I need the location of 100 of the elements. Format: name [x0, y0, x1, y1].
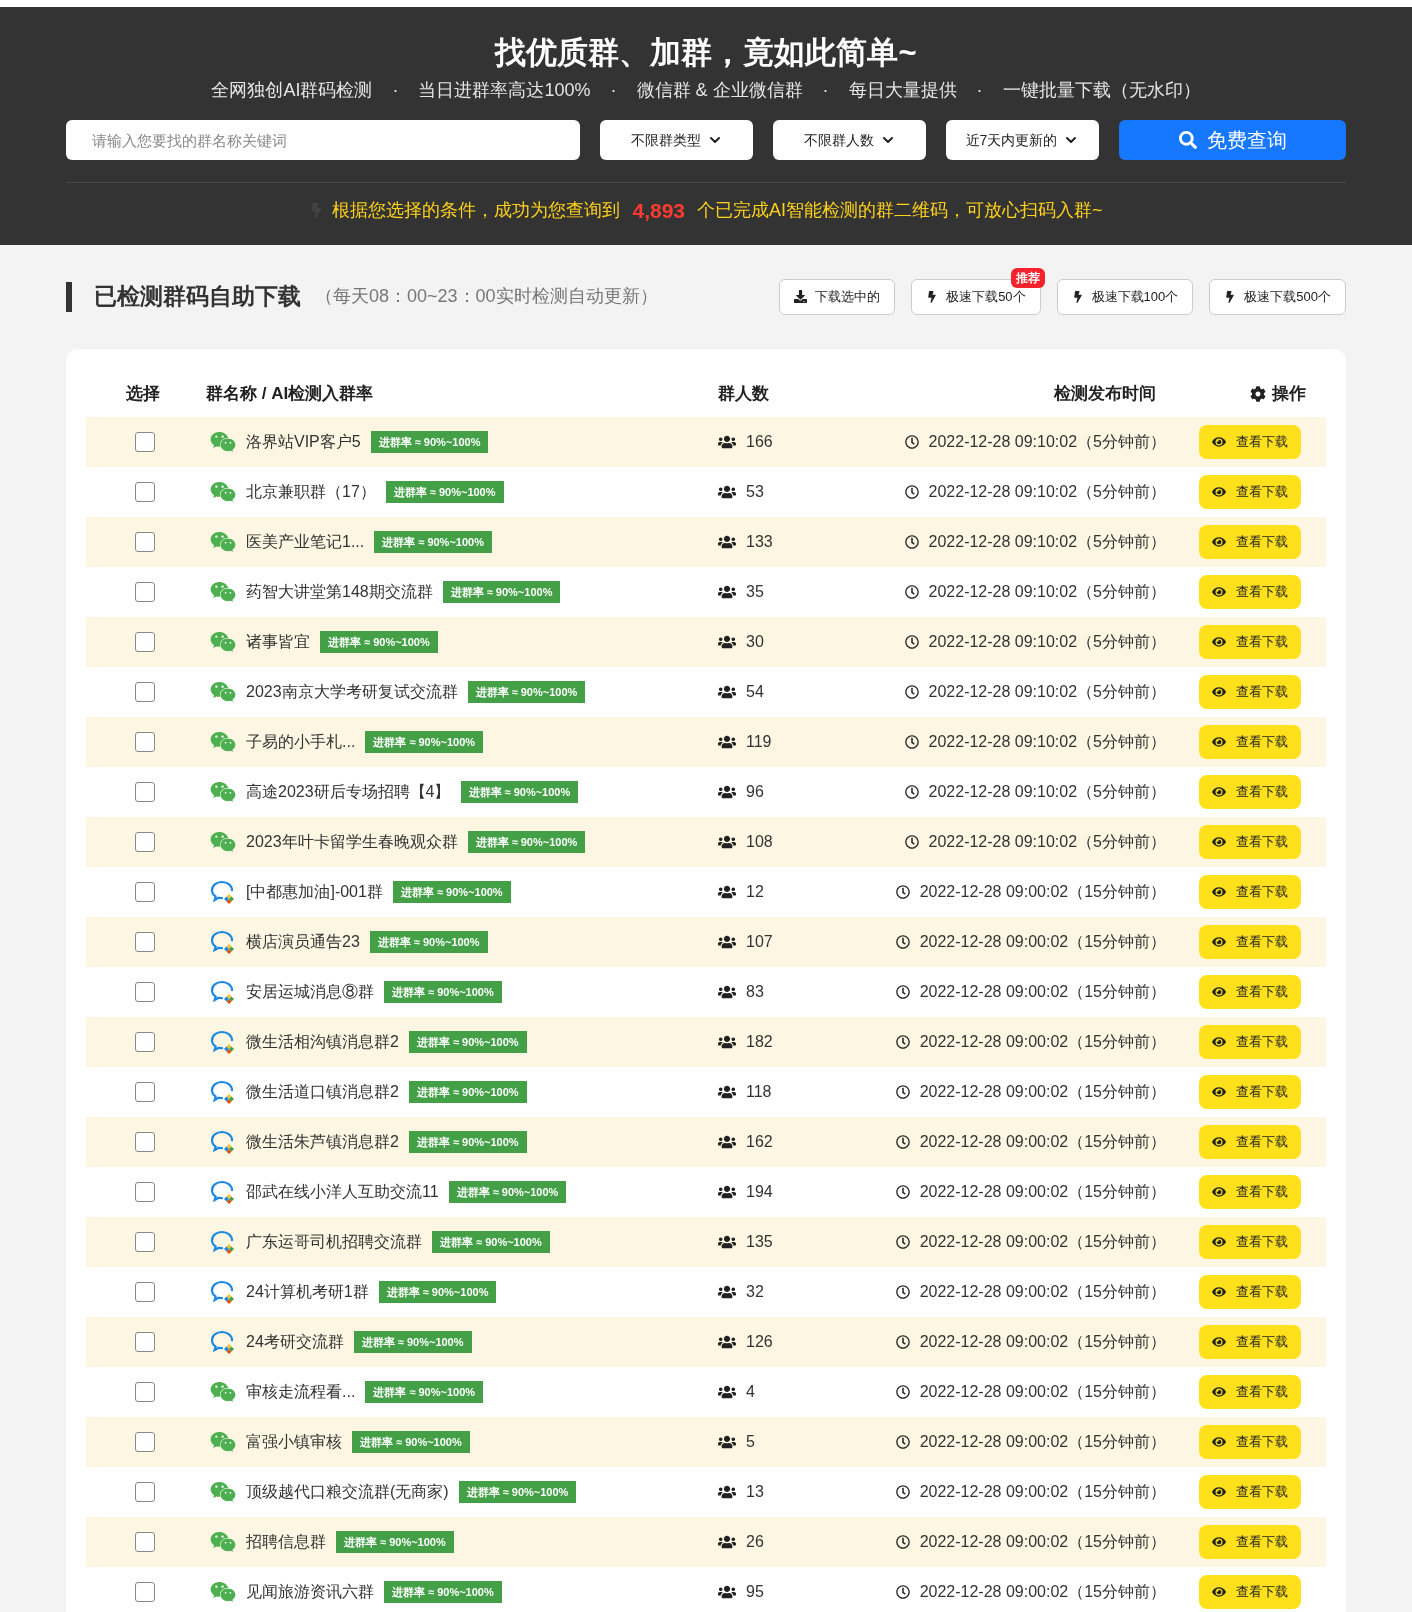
member-count: 4 [746, 1381, 755, 1402]
join-rate-tag: 进群率 ≈ 90%~100% [320, 630, 438, 653]
checkbox[interactable] [135, 1181, 155, 1202]
result-text: 根据您选择的条件，成功为您查询到 [332, 199, 621, 223]
filter-dropdown[interactable]: 不限群人数 [773, 120, 926, 160]
member-count: 35 [746, 581, 764, 602]
checkbox[interactable] [135, 731, 155, 752]
view-download-button[interactable]: 查看下载 [1199, 974, 1301, 1009]
view-download-button[interactable]: 查看下载 [1199, 424, 1301, 459]
checkbox[interactable] [135, 681, 155, 702]
checkbox[interactable] [135, 431, 155, 452]
checkbox[interactable] [135, 1431, 155, 1452]
view-download-button[interactable]: 查看下载 [1199, 924, 1301, 959]
view-download-button[interactable]: 查看下载 [1199, 1324, 1301, 1359]
view-download-button[interactable]: 查看下载 [1199, 524, 1301, 559]
chat-bubble-icon [210, 1079, 236, 1104]
feature-text: 每日大量提供 [848, 79, 957, 102]
checkbox[interactable] [135, 631, 155, 652]
publish-time: 2022-12-28 09:00:02（15分钟前） [919, 1281, 1166, 1302]
view-download-button[interactable]: 查看下载 [1199, 1524, 1301, 1559]
member-count: 119 [746, 731, 772, 752]
separator-dot: · [976, 79, 983, 102]
group-name: 微生活道口镇消息群2 [246, 1081, 399, 1102]
chat-bubble-icon [210, 1329, 236, 1354]
clock-icon [895, 1484, 910, 1499]
checkbox[interactable] [135, 1581, 155, 1602]
filter-dropdown[interactable]: 不限群类型 [600, 120, 753, 160]
checkbox[interactable] [135, 881, 155, 902]
group-name: 24计算机考研1群 [246, 1281, 369, 1302]
join-rate-tag: 进群率 ≈ 90%~100% [384, 1580, 502, 1603]
checkbox[interactable] [135, 1031, 155, 1052]
checkbox[interactable] [135, 1081, 155, 1102]
checkbox[interactable] [135, 1131, 155, 1152]
lightning-icon [1224, 290, 1237, 303]
publish-time: 2022-12-28 09:00:02（15分钟前） [919, 1181, 1166, 1202]
group-name: 安居运城消息⑧群 [246, 981, 374, 1002]
checkbox[interactable] [135, 481, 155, 502]
view-download-button[interactable]: 查看下载 [1199, 1074, 1301, 1109]
download-button[interactable]: 极速下载500个 [1209, 278, 1346, 315]
checkbox[interactable] [135, 831, 155, 852]
checkbox[interactable] [135, 781, 155, 802]
checkbox[interactable] [135, 931, 155, 952]
view-download-button[interactable]: 查看下载 [1199, 624, 1301, 659]
eye-icon [1212, 484, 1226, 499]
checkbox[interactable] [135, 1231, 155, 1252]
feature-text: 当日进群率高达100% [418, 79, 591, 102]
join-rate-tag: 进群率 ≈ 90%~100% [365, 730, 484, 753]
checkbox[interactable] [135, 531, 155, 552]
view-download-button[interactable]: 查看下载 [1199, 724, 1301, 759]
member-count: 108 [746, 831, 773, 852]
view-download-button[interactable]: 查看下载 [1199, 474, 1301, 509]
publish-time: 2022-12-28 09:10:02（5分钟前） [928, 831, 1166, 852]
view-download-button[interactable]: 查看下载 [1199, 1224, 1301, 1259]
checkbox[interactable] [135, 1331, 155, 1352]
view-download-button[interactable]: 查看下载 [1199, 1174, 1301, 1209]
publish-time: 2022-12-28 09:00:02（15分钟前） [919, 1081, 1166, 1102]
checkbox[interactable] [135, 981, 155, 1002]
view-download-button[interactable]: 查看下载 [1199, 1424, 1301, 1459]
member-count: 12 [746, 881, 764, 902]
view-download-button[interactable]: 查看下载 [1199, 1024, 1301, 1059]
search-button[interactable]: 免费查询 [1119, 120, 1346, 160]
filter-dropdown[interactable]: 近7天内更新的 [946, 120, 1099, 160]
chat-bubble-icon [210, 879, 236, 904]
checkbox[interactable] [135, 1381, 155, 1402]
group-name: 邵武在线小洋人互助交流11 [246, 1181, 439, 1202]
view-download-button[interactable]: 查看下载 [1199, 1374, 1301, 1409]
view-download-button[interactable]: 查看下载 [1199, 1124, 1301, 1159]
view-download-button[interactable]: 查看下载 [1199, 774, 1301, 809]
download-button[interactable]: 下载选中的 [779, 278, 896, 315]
join-rate-tag: 进群率 ≈ 90%~100% [370, 430, 489, 453]
view-download-button[interactable]: 查看下载 [1199, 874, 1301, 909]
eye-icon [1212, 634, 1226, 649]
join-rate-tag: 进群率 ≈ 90%~100% [378, 1280, 497, 1303]
checkbox[interactable] [135, 1531, 155, 1552]
checkbox[interactable] [135, 1281, 155, 1302]
publish-time: 2022-12-28 09:00:02（15分钟前） [919, 1131, 1166, 1152]
view-download-button[interactable]: 查看下载 [1199, 1574, 1301, 1609]
publish-time: 2022-12-28 09:00:02（15分钟前） [919, 881, 1166, 902]
view-download-button[interactable]: 查看下载 [1199, 574, 1301, 609]
view-download-button[interactable]: 查看下载 [1199, 674, 1301, 709]
search-field[interactable]: 请输入您要找的群名称关键词 [66, 120, 580, 160]
member-count: 194 [746, 1181, 773, 1202]
chat-bubble-icon [210, 1129, 236, 1154]
chat-bubble-icon [210, 1029, 236, 1054]
view-download-button[interactable]: 查看下载 [1199, 824, 1301, 859]
publish-time: 2022-12-28 09:10:02（5分钟前） [928, 431, 1166, 452]
checkbox[interactable] [135, 1481, 155, 1502]
separator-dot: · [610, 79, 617, 102]
member-count: 96 [746, 781, 764, 802]
group-name: 审核走流程看... [246, 1381, 356, 1402]
join-rate-tag: 进群率 ≈ 90%~100% [432, 1230, 550, 1253]
checkbox[interactable] [135, 581, 155, 602]
member-count: 135 [746, 1231, 773, 1252]
member-count: 5 [746, 1431, 755, 1452]
download-button[interactable]: 极速下载100个 [1056, 278, 1194, 315]
view-download-button[interactable]: 查看下载 [1199, 1274, 1301, 1309]
member-count: 162 [746, 1131, 773, 1152]
view-download-button[interactable]: 查看下载 [1199, 1474, 1301, 1509]
search-icon [1178, 131, 1197, 149]
member-count: 83 [746, 981, 764, 1002]
